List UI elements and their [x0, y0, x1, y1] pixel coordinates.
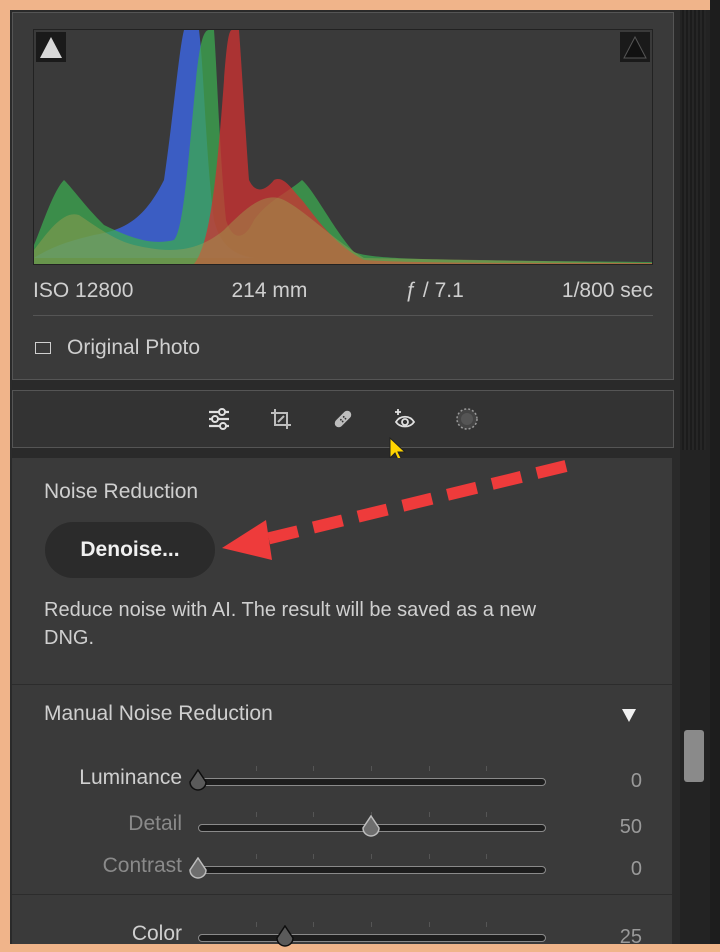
shadow-clipping-button[interactable] — [36, 32, 66, 62]
highlight-clipping-button[interactable] — [620, 32, 650, 62]
masking-icon[interactable] — [450, 402, 484, 436]
scrollbar-thumb[interactable] — [684, 730, 704, 782]
highlight-clipping-icon — [623, 35, 647, 59]
slider-ticks — [198, 766, 544, 772]
slider-row-color: Color 25 — [12, 918, 672, 952]
scrollbar-track — [682, 10, 706, 450]
original-photo-toggle[interactable]: Original Photo — [35, 331, 200, 365]
denoise-button[interactable]: Denoise... — [45, 522, 215, 578]
slider-row-detail: Detail 50 — [12, 808, 672, 842]
divider — [33, 315, 653, 316]
histogram-panel: ISO 12800 214 mm ƒ / 7.1 1/800 sec Origi… — [12, 12, 674, 380]
slider-value[interactable]: 25 — [620, 926, 642, 949]
collapse-triangle-icon[interactable] — [620, 706, 638, 724]
window-edge — [710, 0, 720, 944]
shadow-clipping-icon — [40, 37, 62, 58]
slider-value[interactable]: 0 — [631, 770, 642, 793]
divider — [12, 684, 672, 685]
panel-scrollbar[interactable] — [680, 10, 710, 944]
divider — [12, 894, 672, 895]
slider-thumb[interactable] — [360, 815, 382, 839]
aperture-value: ƒ / 7.1 — [405, 279, 464, 302]
edit-toolbar — [12, 390, 674, 448]
slider-label: Luminance — [79, 766, 182, 789]
crop-icon[interactable] — [264, 402, 298, 436]
slider-row-luminance: Luminance 0 — [12, 762, 672, 796]
slider-track[interactable] — [198, 934, 546, 942]
slider-label: Contrast — [102, 854, 182, 877]
slider-ticks — [198, 922, 544, 928]
slider-thumb[interactable] — [187, 857, 209, 881]
slider-value[interactable]: 50 — [620, 816, 642, 839]
iso-value: ISO 12800 — [33, 279, 134, 302]
noise-reduction-panel: Noise Reduction Denoise... Reduce noise … — [12, 458, 672, 948]
noise-reduction-title: Noise Reduction — [44, 480, 199, 503]
focal-length-value: 214 mm — [231, 279, 308, 302]
slider-value[interactable]: 0 — [631, 858, 642, 881]
slider-label: Detail — [128, 812, 182, 835]
manual-noise-reduction-title[interactable]: Manual Noise Reduction — [44, 702, 273, 726]
slider-ticks — [198, 854, 544, 860]
healing-icon[interactable] — [326, 402, 360, 436]
histogram-graph — [34, 30, 652, 264]
slider-thumb[interactable] — [187, 769, 209, 793]
slider-row-contrast: Contrast 0 — [12, 850, 672, 884]
slider-track[interactable] — [198, 778, 546, 786]
checkbox-icon[interactable] — [35, 342, 51, 354]
denoise-description: Reduce noise with AI. The result will be… — [44, 599, 537, 649]
slider-track[interactable] — [198, 866, 546, 874]
edit-sliders-icon[interactable] — [202, 402, 236, 436]
exif-info: ISO 12800 214 mm ƒ / 7.1 1/800 sec — [33, 275, 653, 307]
slider-label: Color — [131, 922, 182, 945]
original-photo-label: Original Photo — [67, 336, 201, 359]
shutter-value: 1/800 sec — [561, 279, 653, 302]
histogram — [33, 29, 653, 265]
red-eye-icon[interactable] — [388, 402, 422, 436]
slider-thumb[interactable] — [274, 925, 296, 949]
